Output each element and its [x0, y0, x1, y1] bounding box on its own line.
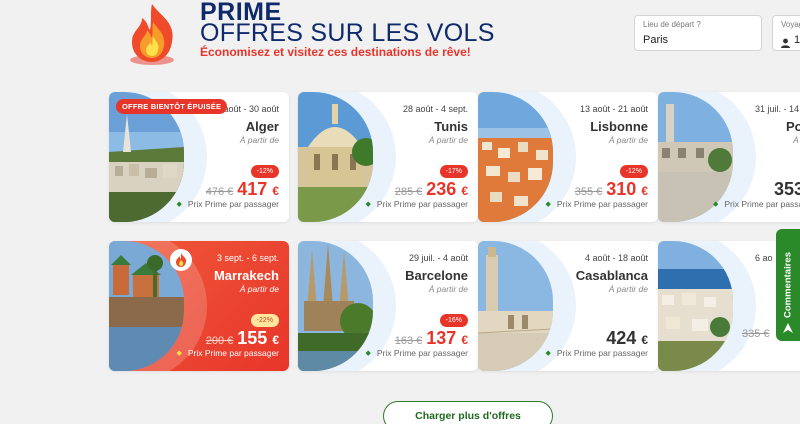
feedback-tab[interactable]: Commentaires	[776, 229, 800, 341]
discount-badge: -12%	[619, 165, 648, 178]
card-footer: ◆Prix Prime par passager	[365, 348, 468, 358]
card-footer: ◆Prix Prime par passager	[713, 199, 800, 209]
deal-card-marrakech[interactable]: 3 sept. - 6 sept. Marrakech À partir de …	[109, 241, 289, 371]
old-price: 163 €	[394, 335, 423, 347]
card-from-label: À partir de	[608, 284, 648, 294]
current-price: 310 €	[606, 179, 648, 199]
card-price-row: 163 € 137 €	[395, 328, 468, 349]
old-price: 476 €	[205, 186, 234, 198]
deal-card-casablanca[interactable]: 4 août - 18 août Casablanca À partir de …	[478, 241, 658, 371]
card-price-row: 355 € 310 €	[575, 179, 648, 200]
old-price: 335 €	[742, 328, 770, 340]
card-footer: ◆Prix Prime par passager	[176, 348, 279, 358]
bullet-icon: ◆	[176, 201, 182, 208]
card-footer: ◆Prix Prime par passager	[365, 199, 468, 209]
discount-badge: -22%	[250, 314, 279, 327]
current-price: 137 €	[426, 328, 468, 348]
card-from-label: À partir de	[239, 135, 279, 145]
travellers-field[interactable]: Voyag 1	[772, 15, 800, 51]
card-city: Barcelone	[405, 268, 468, 283]
card-price-row: 424 €	[606, 328, 648, 349]
card-dates: 13 août - 21 août	[579, 104, 648, 114]
card-footer: ◆Prix Prime par passager	[545, 199, 648, 209]
discount-badge: -16%	[439, 314, 468, 327]
card-city: Po	[786, 119, 800, 134]
card-city: Alger	[245, 119, 279, 134]
offer-soon-badge: OFFRE BIENTÔT ÉPUISÉE	[116, 99, 228, 114]
card-city: Casablanca	[575, 268, 648, 283]
bullet-icon: ◆	[713, 201, 719, 208]
departure-label: Lieu de départ ?	[643, 20, 701, 29]
card-city: Tunis	[434, 119, 468, 134]
old-price: 355 €	[574, 186, 603, 198]
departure-field[interactable]: Lieu de départ ? Paris	[634, 15, 762, 51]
card-dates: 4 août - 18 août	[584, 253, 648, 263]
card-from-label: À partir de	[793, 135, 800, 145]
hero-title-secondary: OFFRES SUR LES VOLS	[200, 19, 495, 47]
card-footer: ◆Prix Prime par passager	[545, 348, 648, 358]
old-price: 200 €	[205, 335, 234, 347]
bullet-icon: ◆	[365, 201, 371, 208]
discount-badge: -17%	[439, 165, 468, 178]
deal-card-lisbonne[interactable]: 13 août - 21 août Lisbonne À partir de -…	[478, 92, 658, 222]
card-footer: ◆Prix Prime par passager	[176, 199, 279, 209]
hero-flame-icon	[120, 0, 184, 66]
discount-badge: -12%	[250, 165, 279, 178]
card-from-label: À partir de	[428, 284, 468, 294]
send-icon	[782, 321, 794, 333]
card-dates: 31 juil. - 14	[755, 104, 800, 114]
current-price: 417 €	[237, 179, 279, 199]
card-from-label: À partir de	[608, 135, 648, 145]
hot-deal-flame-icon	[170, 249, 192, 271]
old-price: 285 €	[394, 186, 423, 198]
current-price: 155 €	[237, 328, 279, 348]
deal-card-tunis[interactable]: 28 août - 4 sept. Tunis À partir de -17%…	[298, 92, 478, 222]
card-dates: 6 ao	[755, 253, 773, 263]
bullet-icon: ◆	[365, 350, 371, 357]
departure-value: Paris	[643, 34, 669, 46]
current-price: 424 €	[606, 328, 648, 348]
current-price: 236 €	[426, 179, 468, 199]
card-dates: 3 sept. - 6 sept.	[216, 253, 279, 263]
bullet-icon: ◆	[545, 201, 551, 208]
deal-card-barcelone[interactable]: 29 juil. - 4 août Barcelone À partir de …	[298, 241, 478, 371]
card-price-row: 476 € 417 €	[206, 179, 279, 200]
deal-card-porto[interactable]: 31 juil. - 14 Po À partir de 353 ◆Prix P…	[658, 92, 800, 222]
card-dates: 29 juil. - 4 août	[408, 253, 468, 263]
deal-card-alger[interactable]: OFFRE BIENTÔT ÉPUISÉE …août - 30 août Al…	[109, 92, 289, 222]
card-dates: 28 août - 4 sept.	[402, 104, 468, 114]
travellers-label: Voyag	[781, 20, 800, 29]
feedback-label: Commentaires	[782, 252, 794, 318]
hero-subtitle: Économisez et visitez ces destinations d…	[200, 45, 471, 59]
travellers-value: 1	[794, 34, 800, 46]
load-more-button[interactable]: Charger plus d'offres	[383, 401, 553, 424]
card-price-row: 335 €	[742, 328, 770, 340]
card-price-row: 200 € 155 €	[206, 328, 279, 349]
current-price: 353	[774, 179, 800, 199]
card-price-row: 353	[774, 179, 800, 200]
bullet-icon: ◆	[176, 350, 182, 357]
card-from-label: À partir de	[428, 135, 468, 145]
bullet-icon: ◆	[545, 350, 551, 357]
card-city: Marrakech	[213, 268, 279, 283]
card-price-row: 285 € 236 €	[395, 179, 468, 200]
card-from-label: À partir de	[239, 284, 279, 294]
person-icon	[781, 35, 790, 53]
card-city: Lisbonne	[590, 119, 648, 134]
